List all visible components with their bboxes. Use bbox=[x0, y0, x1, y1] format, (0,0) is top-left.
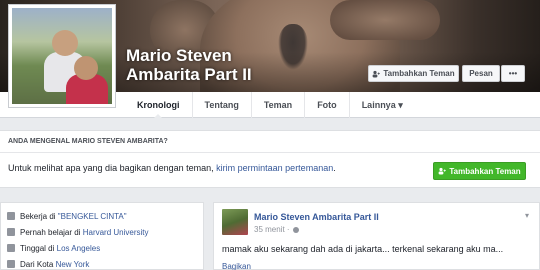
briefcase-icon bbox=[7, 212, 15, 220]
person-head-1 bbox=[52, 30, 78, 56]
intro-item-education: Pernah belajar di Harvard University bbox=[7, 224, 197, 240]
message-label: Pesan bbox=[469, 69, 493, 78]
home-icon bbox=[7, 244, 15, 252]
profile-name-line-1: Mario Steven bbox=[126, 46, 232, 65]
friend-prompt-text-before: Untuk melihat apa yang dia bagikan denga… bbox=[8, 163, 217, 173]
intro-education-link[interactable]: Harvard University bbox=[83, 228, 149, 237]
tab-about[interactable]: Tentang bbox=[191, 92, 251, 118]
intro-item-work: Bekerja di "BENGKEL CINTA" bbox=[7, 208, 197, 224]
friend-prompt-text-after: . bbox=[333, 163, 336, 173]
profile-name-line-2: Ambarita Part II bbox=[126, 65, 252, 84]
person-head-2 bbox=[74, 56, 98, 80]
intro-item-lives: Tinggal di Los Angeles bbox=[7, 240, 197, 256]
more-options-icon: ••• bbox=[508, 69, 518, 78]
globe-icon bbox=[292, 226, 299, 233]
message-button[interactable]: Pesan bbox=[462, 65, 500, 82]
intro-lives-prefix: Tinggal di bbox=[20, 243, 57, 253]
graduation-cap-icon bbox=[7, 228, 15, 236]
tab-more[interactable]: Lainnya ▾ bbox=[348, 92, 415, 118]
post-author-avatar[interactable] bbox=[222, 209, 248, 235]
add-friend-button[interactable]: Tambahkan Teman bbox=[368, 65, 459, 82]
tab-timeline[interactable]: Kronologi bbox=[125, 92, 192, 119]
tab-more-label: Lainnya ▾ bbox=[361, 99, 403, 110]
tab-friends[interactable]: Teman bbox=[250, 92, 304, 118]
profile-name[interactable]: Mario Steven Ambarita Part II bbox=[126, 46, 252, 84]
profile-tabs: Kronologi Tentang Teman Foto Lainnya ▾ bbox=[125, 92, 415, 119]
add-friend-icon bbox=[372, 70, 381, 77]
send-friend-request-link[interactable]: kirim permintaan pertemanan bbox=[216, 163, 333, 173]
cover-arm-right bbox=[330, 0, 440, 40]
location-pin-icon bbox=[7, 260, 15, 268]
intro-item-from: Dari Kota New York bbox=[7, 256, 197, 270]
profile-page: Mario Steven Ambarita Part II Tambahkan … bbox=[0, 0, 540, 270]
post-timestamp[interactable]: 35 menit · bbox=[254, 225, 299, 234]
profile-picture-image bbox=[12, 8, 112, 104]
add-friend-green-label: Tambahkan Teman bbox=[449, 166, 521, 176]
tab-timeline-label: Kronologi bbox=[137, 100, 180, 110]
add-friend-green-button[interactable]: Tambahkan Teman bbox=[433, 162, 526, 180]
more-options-button[interactable]: ••• bbox=[501, 65, 525, 82]
tab-friends-label: Teman bbox=[263, 100, 293, 110]
post-author-name[interactable]: Mario Steven Ambarita Part II bbox=[254, 212, 379, 222]
post-card: Mario Steven Ambarita Part II 35 menit ·… bbox=[213, 202, 540, 270]
post-time-label: 35 menit · bbox=[254, 225, 290, 234]
intro-box: Bekerja di "BENGKEL CINTA" Pernah belaja… bbox=[0, 202, 204, 270]
add-friend-label: Tambahkan Teman bbox=[383, 69, 455, 78]
intro-work-link[interactable]: "BENGKEL CINTA" bbox=[58, 212, 127, 221]
share-link[interactable]: Bagikan bbox=[222, 262, 251, 270]
add-friend-icon bbox=[438, 167, 447, 175]
intro-education-prefix: Pernah belajar di bbox=[20, 227, 83, 237]
intro-from-prefix: Dari Kota bbox=[20, 259, 56, 269]
tab-photos-label: Foto bbox=[317, 100, 337, 110]
intro-from-link[interactable]: New York bbox=[56, 260, 90, 269]
post-text: mamak aku sekarang dah ada di jakarta...… bbox=[222, 244, 504, 254]
intro-work-prefix: Bekerja di bbox=[20, 211, 58, 221]
tab-photos[interactable]: Foto bbox=[304, 92, 349, 118]
profile-picture[interactable] bbox=[8, 4, 116, 108]
tab-about-label: Tentang bbox=[204, 100, 239, 110]
friend-prompt-heading: ANDA MENGENAL MARIO STEVEN AMBARITA? bbox=[0, 131, 540, 153]
intro-lives-link[interactable]: Los Angeles bbox=[57, 244, 101, 253]
chevron-down-icon[interactable]: ▾ bbox=[525, 211, 529, 220]
friend-prompt-text: Untuk melihat apa yang dia bagikan denga… bbox=[8, 163, 336, 173]
